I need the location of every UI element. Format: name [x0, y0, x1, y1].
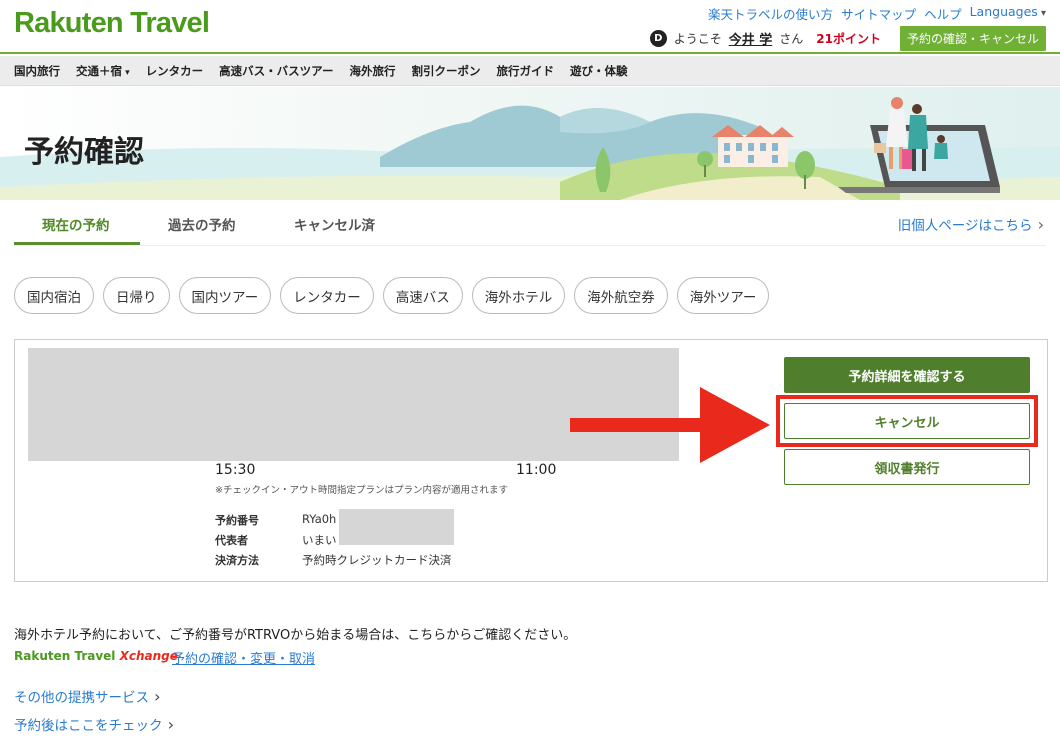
rtx-logo-main: Rakuten Travel: [14, 649, 120, 663]
payment-label: 決済方法: [215, 554, 259, 567]
view-details-button[interactable]: 予約詳細を確認する: [784, 357, 1030, 393]
main-nav: 国内旅行 交通＋宿 レンタカー 高速バス・バスツアー 海外旅行 割引クーポン 旅…: [0, 56, 1060, 86]
hero-illustration: [0, 87, 1060, 200]
reservation-confirm-button[interactable]: 予約の確認・キャンセル: [899, 26, 1046, 51]
points-link[interactable]: 21ポイント: [816, 30, 881, 47]
nav-travel-guide[interactable]: 旅行ガイド: [496, 63, 554, 79]
checkin-note: ※チェックイン・アウト時間指定プランはプラン内容が適用されます: [215, 485, 508, 496]
languages-dropdown[interactable]: Languages: [970, 4, 1046, 23]
checkout-time: 11:00: [516, 462, 557, 478]
honorific-text: さん: [779, 32, 804, 46]
category-filter-chips: 国内宿泊 日帰り 国内ツアー レンタカー 高速バス 海外ホテル 海外航空券 海外…: [14, 277, 770, 314]
tab-cancelled[interactable]: キャンセル済: [294, 214, 375, 234]
sitemap-link[interactable]: サイトマップ: [841, 4, 916, 23]
chip-domestic-tour[interactable]: 国内ツアー: [178, 277, 272, 314]
chip-overseas-hotel[interactable]: 海外ホテル: [471, 277, 566, 314]
tab-past[interactable]: 過去の予約: [168, 214, 236, 234]
chip-overseas-tour[interactable]: 海外ツアー: [676, 277, 770, 314]
rakuten-travel-logo[interactable]: Rakuten Travel: [14, 7, 210, 40]
old-page-link[interactable]: 旧個人ページはこちら: [898, 214, 1044, 234]
representative-label: 代表者: [215, 534, 248, 547]
user-name-link[interactable]: 今井 学: [729, 29, 773, 48]
page-title: 予約確認: [24, 135, 144, 170]
nav-discount-coupon[interactable]: 割引クーポン: [411, 63, 480, 79]
rtx-manage-link[interactable]: 予約の確認・変更・取消: [172, 648, 315, 667]
issue-receipt-button[interactable]: 領収書発行: [784, 449, 1030, 485]
nav-overseas-travel[interactable]: 海外旅行: [349, 63, 395, 79]
nav-activities[interactable]: 遊び・体験: [570, 63, 628, 79]
greeting-text: ようこそ: [673, 32, 722, 46]
red-arrow-icon: [570, 387, 770, 463]
representative-value: いまい: [302, 533, 337, 547]
reservation-number-value: RYa0h: [302, 512, 337, 526]
active-tab-indicator: [14, 242, 140, 245]
nav-domestic-travel[interactable]: 国内旅行: [14, 63, 60, 79]
member-rank-badge: D: [649, 30, 667, 47]
other-services-link[interactable]: その他の提携サービス: [14, 686, 160, 706]
chip-highway-bus[interactable]: 高速バス: [382, 277, 463, 314]
chip-day-trip[interactable]: 日帰り: [103, 277, 170, 314]
reservation-card: 15:30 11:00 ※チェックイン・アウト時間指定プランはプラン内容が適用さ…: [14, 339, 1048, 582]
after-booking-link[interactable]: 予約後はここをチェック: [14, 714, 174, 734]
tab-current[interactable]: 現在の予約: [42, 214, 110, 234]
top-links: 楽天トラベルの使い方 サイトマップ ヘルプ Languages: [708, 4, 1046, 23]
chip-domestic-stay[interactable]: 国内宿泊: [14, 277, 94, 314]
chip-overseas-flight[interactable]: 海外航空券: [574, 277, 668, 314]
redacted-reservation-details: [339, 509, 454, 545]
site-header: Rakuten Travel 楽天トラベルの使い方 サイトマップ ヘルプ Lan…: [0, 0, 1060, 54]
reservation-tabs: 現在の予約 過去の予約 キャンセル済 旧個人ページはこちら: [14, 200, 1046, 246]
hotel-building-icon: [712, 125, 794, 167]
checkin-time: 15:30: [215, 462, 256, 478]
cancel-highlight-box: [776, 395, 1038, 447]
reservation-number-label: 予約番号: [215, 514, 259, 527]
nav-transport-stay[interactable]: 交通＋宿: [76, 63, 130, 79]
payment-value: 予約時クレジットカード決済: [302, 553, 452, 567]
nav-rental-car[interactable]: レンタカー: [146, 63, 204, 79]
help-guide-link[interactable]: 楽天トラベルの使い方: [708, 4, 833, 23]
overseas-hotel-note: 海外ホテル予約において、ご予約番号がRTRVOから始まる場合は、こちらからご確認…: [14, 628, 577, 643]
nav-highway-bus[interactable]: 高速バス・バスツアー: [219, 63, 333, 79]
user-bar: D ようこそ 今井 学 さん 21ポイント 予約の確認・キャンセル: [649, 26, 1046, 51]
chip-rental-car[interactable]: レンタカー: [280, 277, 374, 314]
rtx-logo-x: Xchange: [119, 649, 178, 663]
help-link[interactable]: ヘルプ: [924, 4, 962, 23]
hero-banner: 予約確認: [0, 87, 1060, 200]
rakuten-travel-xchange-logo: Rakuten Travel Xchange: [14, 649, 178, 663]
